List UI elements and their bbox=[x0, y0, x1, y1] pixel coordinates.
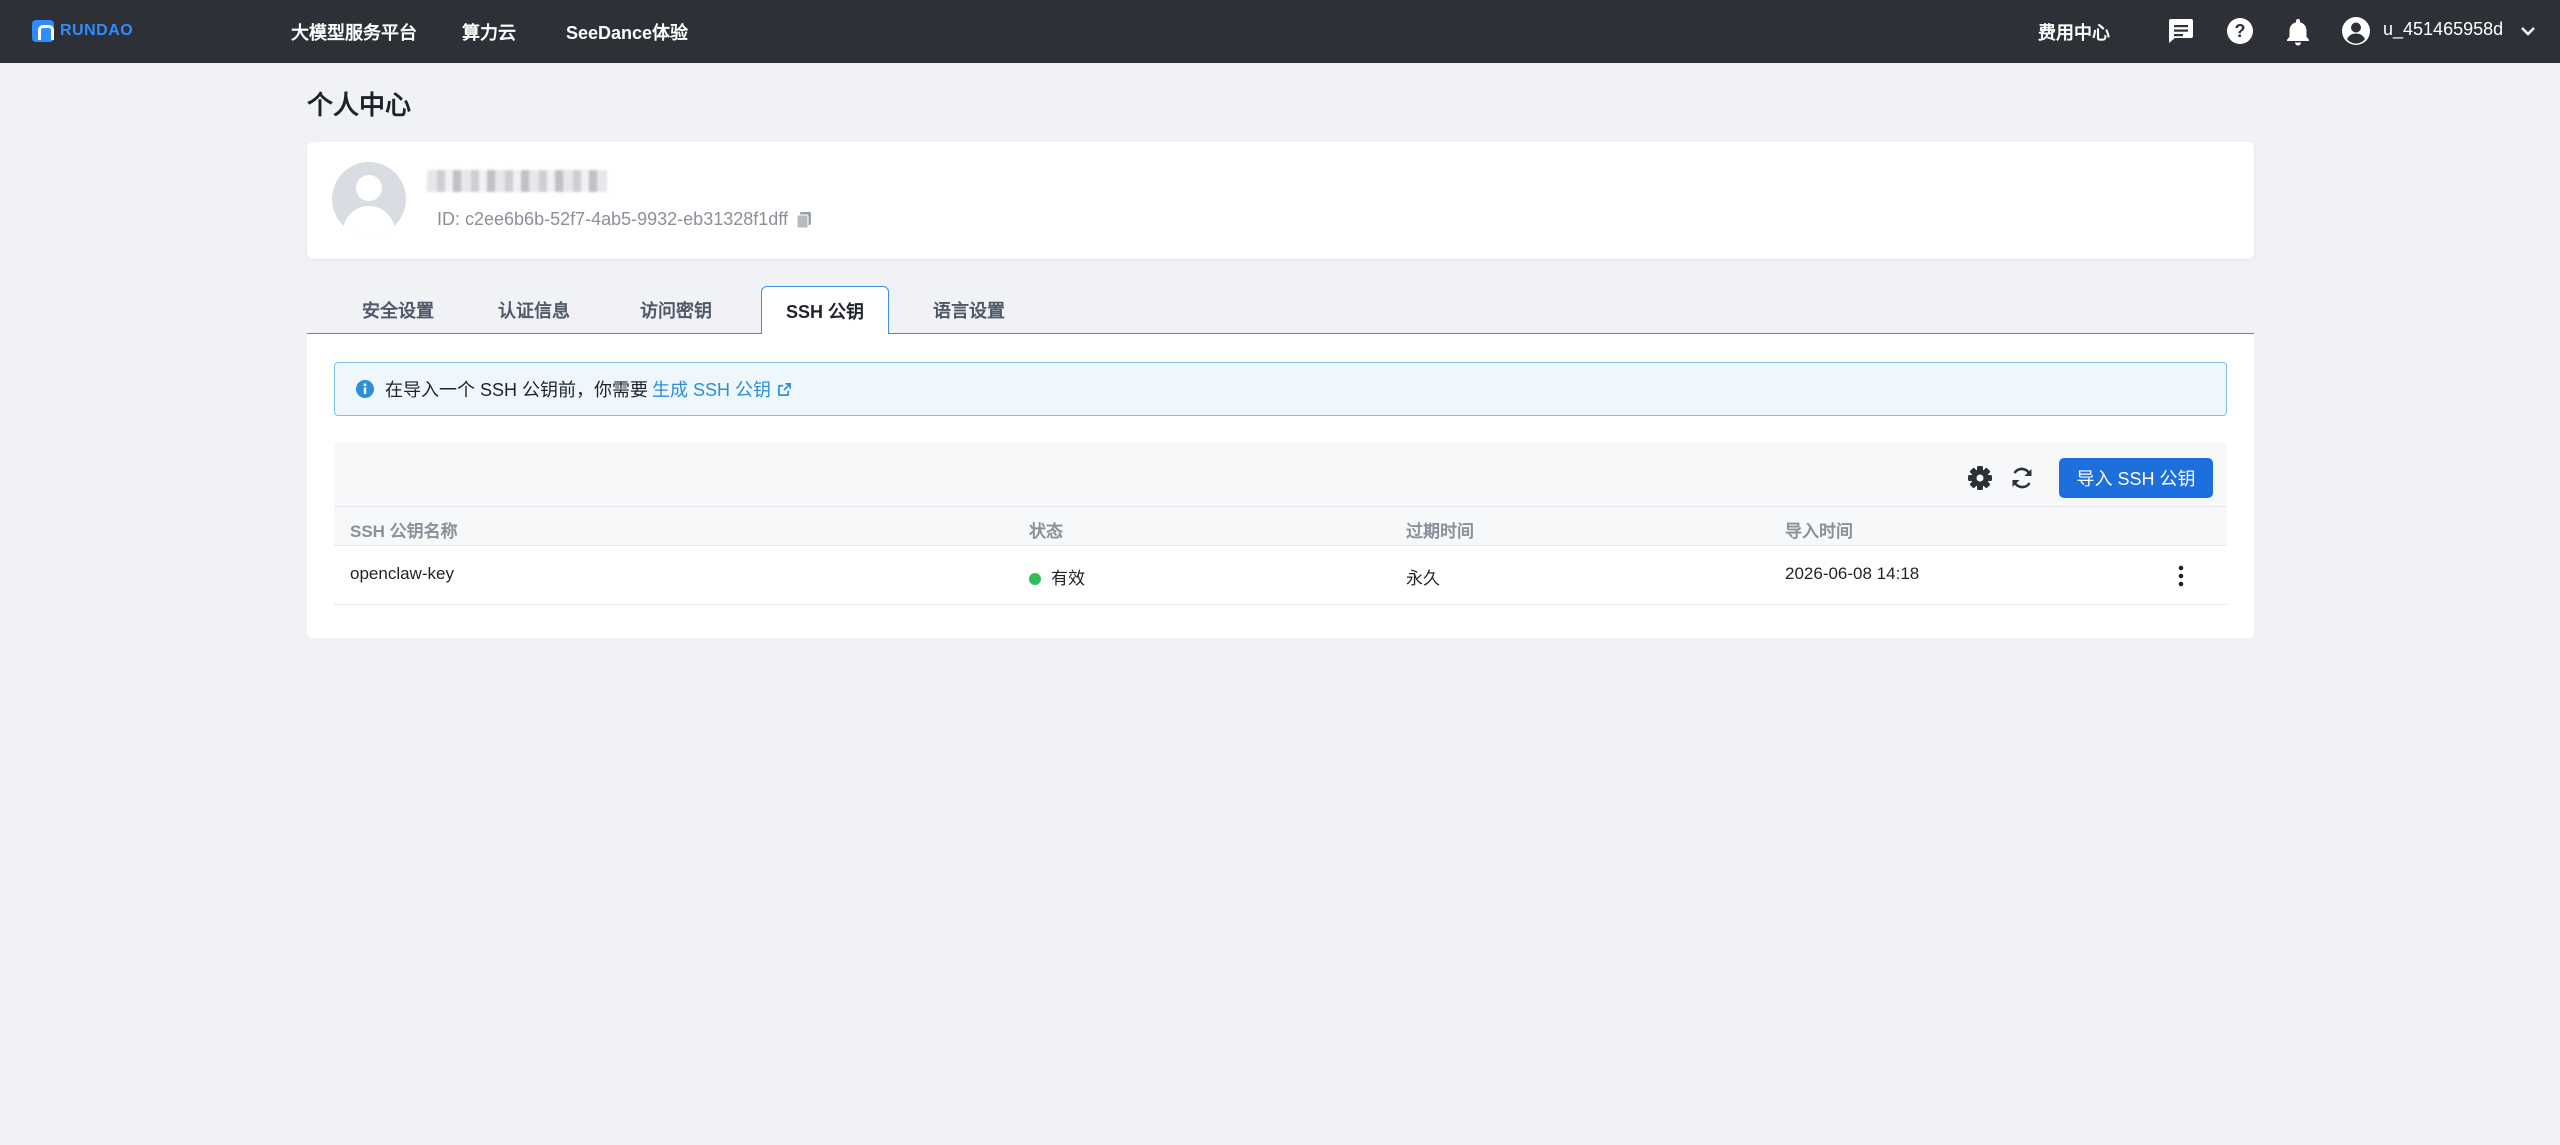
ssh-key-panel: 在导入一个 SSH 公钥前，你需要 生成 SSH 公钥 导入 SSH 公钥 SS… bbox=[307, 334, 2254, 638]
tab-ssh-keys[interactable]: SSH 公钥 bbox=[761, 286, 889, 335]
message-icon[interactable] bbox=[2165, 15, 2197, 47]
tab-access-keys[interactable]: 访问密钥 bbox=[611, 286, 741, 334]
settings-gear-icon[interactable] bbox=[1966, 464, 1994, 492]
top-navbar: RUNDAO 大模型服务平台 算力云 SeeDance体验 费用中心 ? u_4… bbox=[0, 0, 2560, 63]
ssh-key-table: 导入 SSH 公钥 SSH 公钥名称 状态 过期时间 导入时间 openclaw… bbox=[334, 442, 2227, 617]
avatar bbox=[332, 162, 406, 236]
chevron-down-icon[interactable] bbox=[2518, 15, 2538, 47]
column-header-expiry: 过期时间 bbox=[1406, 522, 1474, 541]
help-icon[interactable]: ? bbox=[2224, 15, 2256, 47]
cell-expiry: 永久 bbox=[1406, 569, 1440, 588]
tab-security[interactable]: 安全设置 bbox=[333, 286, 463, 334]
alert-text: 在导入一个 SSH 公钥前，你需要 bbox=[385, 380, 649, 400]
user-id: ID: c2ee6b6b-52f7-4ab5-9932-eb31328f1dff bbox=[437, 209, 812, 230]
logo[interactable]: RUNDAO bbox=[32, 18, 133, 44]
column-header-status: 状态 bbox=[1029, 522, 1063, 541]
cell-import-time: 2026-06-08 14:18 bbox=[1785, 564, 1920, 583]
tab-language[interactable]: 语言设置 bbox=[904, 286, 1034, 334]
column-header-name: SSH 公钥名称 bbox=[350, 522, 458, 541]
nav-item-model-platform[interactable]: 大模型服务平台 bbox=[291, 19, 417, 45]
refresh-icon[interactable] bbox=[2008, 464, 2036, 492]
info-alert: 在导入一个 SSH 公钥前，你需要 生成 SSH 公钥 bbox=[334, 362, 2227, 416]
username[interactable]: u_451465958d bbox=[2383, 19, 2503, 40]
bell-icon[interactable] bbox=[2282, 15, 2314, 47]
profile-card: ID: c2ee6b6b-52f7-4ab5-9932-eb31328f1dff bbox=[307, 142, 2254, 259]
table-row: openclaw-key 有效 永久 2026-06-08 14:18 bbox=[334, 546, 2227, 605]
settings-tabs: 安全设置 认证信息 访问密钥 SSH 公钥 语言设置 bbox=[307, 286, 2254, 335]
import-ssh-key-button[interactable]: 导入 SSH 公钥 bbox=[2059, 458, 2213, 498]
svg-text:?: ? bbox=[2235, 21, 2246, 41]
cell-key-name: openclaw-key bbox=[350, 564, 454, 583]
more-actions-icon[interactable] bbox=[2171, 562, 2191, 590]
page-title: 个人中心 bbox=[307, 90, 412, 120]
external-link-icon bbox=[778, 382, 791, 396]
status-text: 有效 bbox=[1051, 569, 1085, 588]
tab-certification[interactable]: 认证信息 bbox=[469, 286, 599, 334]
status-dot-icon bbox=[1029, 573, 1041, 585]
logo-icon bbox=[32, 20, 54, 42]
generate-ssh-key-link[interactable]: 生成 SSH 公钥 bbox=[652, 376, 792, 402]
alert-link-text: 生成 SSH 公钥 bbox=[652, 380, 772, 400]
cell-status: 有效 bbox=[1029, 564, 1085, 589]
user-id-text: ID: c2ee6b6b-52f7-4ab5-9932-eb31328f1dff bbox=[437, 209, 788, 229]
nav-item-seedance[interactable]: SeeDance体验 bbox=[566, 19, 688, 45]
billing-center-link[interactable]: 费用中心 bbox=[2038, 19, 2110, 45]
redacted-username bbox=[427, 170, 607, 192]
nav-item-compute-cloud[interactable]: 算力云 bbox=[462, 19, 516, 45]
user-icon[interactable] bbox=[2340, 15, 2372, 47]
info-icon bbox=[356, 380, 374, 398]
logo-text: RUNDAO bbox=[60, 22, 134, 39]
table-header: SSH 公钥名称 状态 过期时间 导入时间 bbox=[334, 506, 2227, 546]
column-header-import-time: 导入时间 bbox=[1785, 522, 1853, 541]
copy-icon[interactable] bbox=[796, 211, 812, 229]
